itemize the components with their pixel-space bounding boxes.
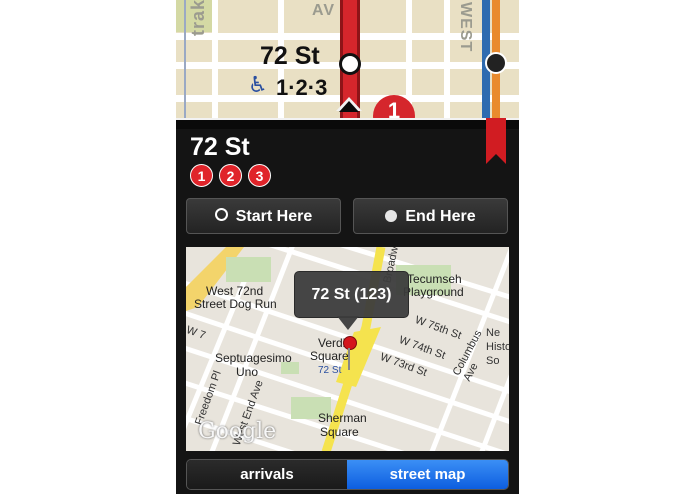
route-badges: 1 2 3 <box>190 164 271 187</box>
label-west72-line2: Street Dog Run <box>194 297 277 311</box>
start-here-label: Start Here <box>235 208 313 225</box>
end-here-label: End Here <box>405 208 476 225</box>
segmented-control: arrivals street map <box>186 459 509 490</box>
map-street <box>212 0 218 120</box>
label-verdi-line2: Square <box>310 349 349 363</box>
station-title: 72 St <box>190 133 250 161</box>
route-badge-3: 3 <box>248 164 271 187</box>
label-verdi-line1: Verdi <box>318 336 346 350</box>
label-septuagesimo-line2: Uno <box>236 365 259 379</box>
label-ne-line2: Histo <box>486 341 509 353</box>
label-sherman-line1: Sherman <box>318 411 367 425</box>
label-septuagesimo-line1: Septuagesimo <box>215 351 292 365</box>
end-here-button[interactable]: End Here <box>353 198 508 234</box>
other-station-marker[interactable] <box>485 52 507 74</box>
header-divider <box>176 118 519 129</box>
label-station-small: 72 St <box>318 365 342 376</box>
label-west72-line1: West 72nd <box>206 284 264 298</box>
label-sherman-line2: Square <box>320 425 359 439</box>
label-tecumseh-line1: Tecumseh <box>407 272 462 286</box>
end-circle-icon <box>385 210 398 222</box>
map-label-trak: trak <box>188 0 208 36</box>
start-here-button[interactable]: Start Here <box>186 198 341 234</box>
label-ne-line1: Ne <box>486 327 501 339</box>
map-label-av: AV <box>312 2 336 19</box>
station-marker[interactable] <box>339 53 361 75</box>
map-routes-text: 1·2·3 <box>276 75 328 100</box>
tab-street-map[interactable]: street map <box>347 460 508 489</box>
map-station-name: 72 St <box>260 42 320 70</box>
label-tecumseh-line2: Playground <box>403 285 464 299</box>
route-badge-1: 1 <box>190 164 213 187</box>
map-street <box>444 0 450 120</box>
app-screen: trak AV WEST 72 St ♿ 1·2·3 1 72 St 1 2 3… <box>176 0 519 494</box>
bookmark-notch <box>486 154 506 164</box>
callout-tip <box>337 316 359 330</box>
station-callout[interactable]: 72 St (123) <box>294 271 409 318</box>
label-ne-line3: So <box>486 355 500 367</box>
google-logo: Google <box>198 419 277 444</box>
rail-line <box>184 0 186 120</box>
route-badge-2: 2 <box>219 164 242 187</box>
tab-arrivals[interactable]: arrivals <box>187 460 347 489</box>
start-circle-icon <box>214 208 228 221</box>
map-pin-stem <box>348 348 350 370</box>
map-pin-icon[interactable] <box>343 336 357 350</box>
map-label-west: WEST <box>457 2 474 53</box>
wheelchair-icon: ♿ <box>248 73 268 98</box>
street-map[interactable]: West 72nd Street Dog Run Tecumseh Playgr… <box>186 247 509 451</box>
callout-notch-inner <box>339 101 359 112</box>
